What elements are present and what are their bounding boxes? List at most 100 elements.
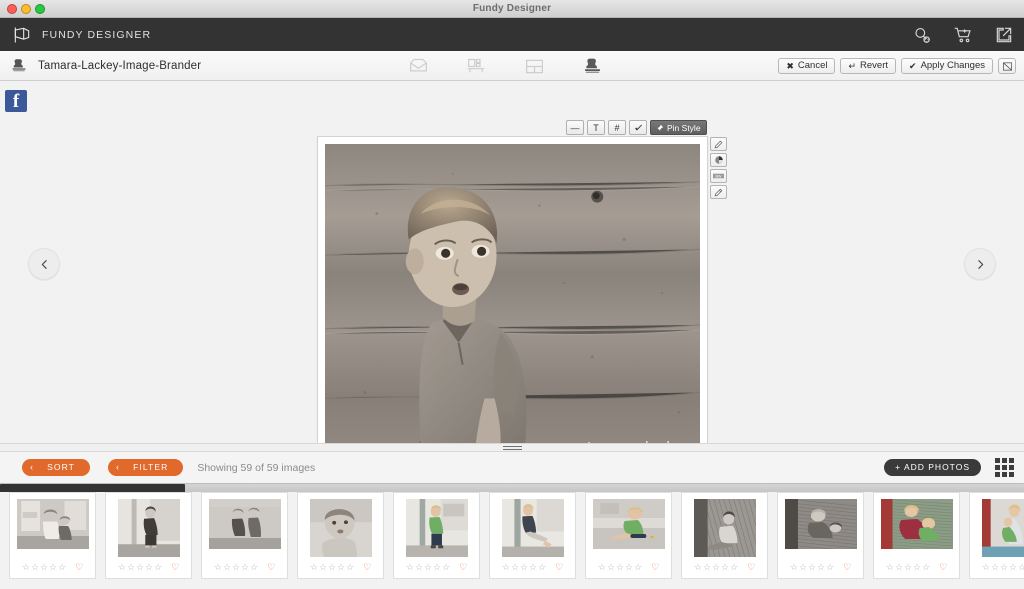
next-image-button[interactable] (964, 248, 996, 280)
star-2-icon[interactable]: ☆ (511, 563, 519, 572)
favorite-heart-icon[interactable]: ♡ (939, 563, 947, 572)
thumbnail-card[interactable]: ☆☆☆☆☆ ♡ (489, 492, 576, 579)
pin-style-button[interactable]: Pin Style (650, 120, 707, 135)
star-2-icon[interactable]: ☆ (127, 563, 135, 572)
filmstrip[interactable]: ☆ ☆ ☆ ☆ ☆ ♡ ☆ ☆ ☆ ☆ ☆ ♡ ☆ ☆ ☆ ☆ ☆ ♡ ☆ ☆ ☆ ☆ ☆ ♡ (0, 492, 1024, 589)
star-rating[interactable]: ☆ ☆ ☆ ☆ ☆ (502, 563, 546, 572)
star-rating[interactable]: ☆ ☆ ☆ ☆ ☆ (118, 563, 162, 572)
filter-button[interactable]: ‹ FILTER (107, 459, 184, 476)
star-2-icon[interactable]: ☆ (319, 563, 327, 572)
color-wheel-icon[interactable] (710, 153, 727, 167)
panel-splitter[interactable] (0, 443, 1024, 452)
star-rating[interactable]: ☆ ☆ ☆ ☆ ☆ (22, 563, 66, 572)
minimize-window-button[interactable] (21, 4, 31, 14)
star-2-icon[interactable]: ☆ (703, 563, 711, 572)
star-1-icon[interactable]: ☆ (22, 563, 30, 572)
wall-art-icon[interactable] (466, 56, 487, 76)
thumbnail-card[interactable]: ☆☆☆☆☆ ♡ (681, 492, 768, 579)
star-2-icon[interactable]: ☆ (607, 563, 615, 572)
star-1-icon[interactable]: ☆ (310, 563, 318, 572)
star-2-icon[interactable]: ☆ (31, 563, 39, 572)
star-1-icon[interactable]: ☆ (982, 563, 990, 572)
star-1-icon[interactable]: ☆ (886, 563, 894, 572)
apply-changes-button[interactable]: ✔ Apply Changes (901, 58, 993, 74)
star-4-icon[interactable]: ☆ (529, 563, 537, 572)
star-4-icon[interactable]: ☆ (913, 563, 921, 572)
favorite-heart-icon[interactable]: ♡ (843, 563, 851, 572)
thumbnail-card[interactable]: ☆☆☆☆☆♡ (9, 492, 96, 579)
star-3-icon[interactable]: ☆ (328, 563, 336, 572)
star-1-icon[interactable]: ☆ (214, 563, 222, 572)
external-link-icon[interactable] (994, 25, 1014, 45)
star-rating[interactable]: ☆ ☆ ☆ ☆ ☆ (598, 563, 642, 572)
retouch-pencil-icon[interactable] (710, 185, 727, 199)
star-1-icon[interactable]: ☆ (406, 563, 414, 572)
star-3-icon[interactable]: ☆ (712, 563, 720, 572)
favorite-heart-icon[interactable]: ♡ (267, 563, 275, 572)
filmstrip-scrollbar[interactable] (0, 483, 1024, 493)
star-5-icon[interactable]: ☆ (826, 563, 834, 572)
thumbnail-card[interactable]: ☆☆☆☆☆♡ (201, 492, 288, 579)
thumbnail-card[interactable]: ☆☆☆☆☆♡ (969, 492, 1024, 579)
star-4-icon[interactable]: ☆ (241, 563, 249, 572)
star-5-icon[interactable]: ☆ (250, 563, 258, 572)
star-5-icon[interactable]: ☆ (634, 563, 642, 572)
favorite-heart-icon[interactable]: ♡ (747, 563, 755, 572)
cart-add-icon[interactable] (953, 25, 973, 45)
star-3-icon[interactable]: ☆ (808, 563, 816, 572)
favorite-heart-icon[interactable]: ♡ (651, 563, 659, 572)
star-3-icon[interactable]: ☆ (904, 563, 912, 572)
star-3-icon[interactable]: ☆ (616, 563, 624, 572)
hash-tool-button[interactable]: # (608, 120, 626, 135)
splitter-grip-icon[interactable] (503, 446, 522, 451)
image-brander-icon[interactable] (582, 56, 603, 76)
star-2-icon[interactable]: ☆ (223, 563, 231, 572)
star-rating[interactable]: ☆ ☆ ☆ ☆ ☆ (694, 563, 738, 572)
revert-button[interactable]: ↵ Revert (840, 58, 897, 74)
thumbnail-image[interactable] (117, 499, 180, 557)
traffic-lights[interactable] (7, 4, 45, 14)
thumbnail-card[interactable]: ☆☆☆☆☆♡ (393, 492, 480, 579)
favorite-heart-icon[interactable]: ♡ (555, 563, 563, 572)
export-preview-icon[interactable] (998, 58, 1016, 74)
main-photo[interactable]: tamara lackey photography (325, 144, 700, 469)
star-4-icon[interactable]: ☆ (721, 563, 729, 572)
star-2-icon[interactable]: ☆ (991, 563, 999, 572)
star-4-icon[interactable]: ☆ (817, 563, 825, 572)
text-tool-button[interactable]: T (587, 120, 605, 135)
add-photos-button[interactable]: + ADD PHOTOS (884, 459, 981, 476)
star-rating[interactable]: ☆ ☆ ☆ ☆ ☆ (310, 563, 354, 572)
star-4-icon[interactable]: ☆ (49, 563, 57, 572)
cancel-button[interactable]: ✖ Cancel (778, 58, 836, 74)
album-design-icon[interactable] (408, 56, 429, 76)
zoom-window-button[interactable] (35, 4, 45, 14)
sort-button[interactable]: ‹ SORT (22, 459, 90, 476)
facebook-badge[interactable]: f (5, 90, 27, 112)
thumbnail-image[interactable] (16, 499, 89, 549)
star-3-icon[interactable]: ☆ (136, 563, 144, 572)
star-3-icon[interactable]: ☆ (424, 563, 432, 572)
thumbnail-card[interactable]: ☆☆☆☆☆♡ (777, 492, 864, 579)
search-settings-icon[interactable] (912, 25, 932, 45)
star-4-icon[interactable]: ☆ (433, 563, 441, 572)
star-rating[interactable]: ☆ ☆ ☆ ☆ ☆ (406, 563, 450, 572)
star-rating[interactable]: ☆ ☆ ☆ ☆ ☆ (982, 563, 1024, 572)
star-2-icon[interactable]: ☆ (799, 563, 807, 572)
thumbnail-card[interactable]: ☆☆☆☆☆♡ (873, 492, 960, 579)
collage-layout-icon[interactable] (524, 56, 545, 76)
star-1-icon[interactable]: ☆ (694, 563, 702, 572)
star-1-icon[interactable]: ☆ (598, 563, 606, 572)
thumbnail-image[interactable] (784, 499, 857, 549)
thumbnail-image[interactable] (405, 499, 468, 557)
star-2-icon[interactable]: ☆ (415, 563, 423, 572)
thumbnail-image[interactable] (592, 499, 665, 549)
favorite-heart-icon[interactable]: ♡ (171, 563, 179, 572)
star-5-icon[interactable]: ☆ (538, 563, 546, 572)
thumbnail-image[interactable] (981, 499, 1024, 557)
main-photo-frame[interactable]: tamara lackey photography (317, 136, 708, 477)
thumbnail-image[interactable] (208, 499, 281, 549)
edit-pencil-icon[interactable] (710, 137, 727, 151)
star-1-icon[interactable]: ☆ (790, 563, 798, 572)
star-5-icon[interactable]: ☆ (346, 563, 354, 572)
favorite-heart-icon[interactable]: ♡ (363, 563, 371, 572)
